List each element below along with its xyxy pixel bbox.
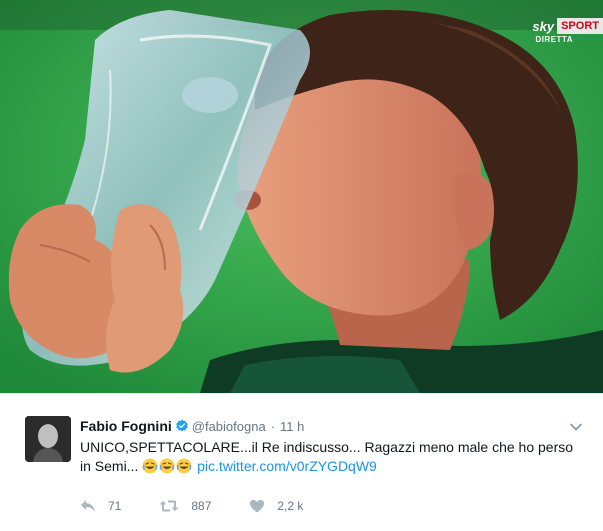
like-count: 2,2 k	[277, 499, 304, 513]
retweet-icon	[159, 500, 179, 512]
tweet-header: Fabio Fognini @fabiofogna · 11 h	[80, 418, 304, 434]
laughing-emoji-icon	[142, 458, 158, 474]
retweet-count: 887	[191, 499, 212, 513]
like-button[interactable]: 2,2 k	[249, 499, 303, 513]
laughing-emoji-icon	[159, 458, 175, 474]
trophy-kiss-photo	[0, 0, 603, 393]
heart-icon	[250, 500, 265, 513]
avatar-image	[25, 416, 71, 462]
laughing-emoji-icon	[176, 458, 192, 474]
tweet-timestamp[interactable]: 11 h	[280, 419, 304, 434]
reply-icon	[81, 500, 95, 512]
author-name[interactable]: Fabio Fognini	[80, 418, 172, 434]
tweet-card[interactable]: Fabio Fognini @fabiofogna · 11 h UNICO,S…	[0, 393, 603, 531]
avatar[interactable]	[25, 416, 71, 462]
emoji-group	[142, 458, 197, 474]
reply-button[interactable]: 71	[80, 499, 121, 513]
sport-tag: SPORT	[557, 18, 603, 34]
pic-link[interactable]: pic.twitter.com/v0rZYGDqW9	[197, 458, 377, 474]
separator-dot: ·	[270, 418, 276, 434]
verified-badge-icon	[175, 419, 189, 433]
chevron-down-icon[interactable]	[569, 420, 583, 434]
tweet-actions: 71 887 2,2 k	[80, 499, 341, 513]
tweet-text: UNICO,SPETTACOLARE...il Re indiscusso...…	[80, 438, 580, 476]
live-label: DIRETTA	[535, 35, 573, 44]
sky-logo: sky	[532, 18, 555, 34]
retweet-button[interactable]: 887	[159, 499, 211, 513]
tweet-photo[interactable]: sky SPORT DIRETTA	[0, 0, 603, 393]
reply-count: 71	[108, 499, 122, 513]
author-handle[interactable]: @fabiofogna	[192, 419, 266, 434]
broadcaster-logo: sky SPORT DIRETTA	[529, 18, 603, 44]
